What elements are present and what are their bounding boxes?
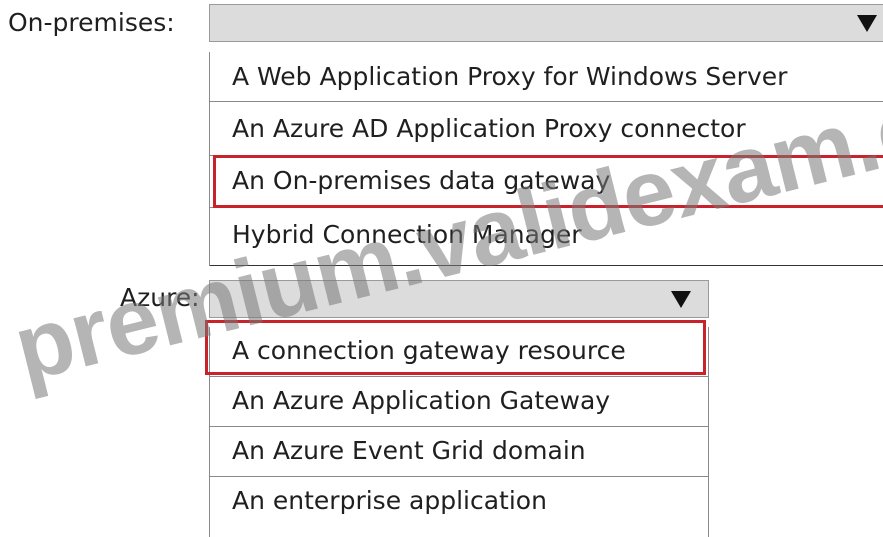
azure-dropdown[interactable]	[209, 280, 709, 318]
option-azure-event-grid-domain[interactable]: An Azure Event Grid domain	[210, 427, 708, 477]
answer-area: On-premises: A Web Application Proxy for…	[0, 0, 883, 537]
option-on-premises-data-gateway[interactable]: An On-premises data gateway	[210, 156, 883, 208]
on-premises-dropdown[interactable]	[209, 4, 883, 42]
option-azure-application-gateway[interactable]: An Azure Application Gateway	[210, 377, 708, 427]
on-premises-options-list: A Web Application Proxy for Windows Serv…	[209, 52, 883, 266]
azure-options-list: A connection gateway resource An Azure A…	[209, 327, 709, 537]
azure-label: Azure:	[120, 283, 200, 312]
list-divider	[210, 265, 883, 266]
chevron-down-icon[interactable]	[671, 291, 691, 308]
chevron-down-icon[interactable]	[857, 15, 877, 32]
option-azure-ad-application-proxy-connector[interactable]: An Azure AD Application Proxy connector	[210, 102, 883, 156]
on-premises-label: On-premises:	[8, 8, 175, 37]
option-connection-gateway-resource[interactable]: A connection gateway resource	[210, 327, 708, 377]
option-web-application-proxy[interactable]: A Web Application Proxy for Windows Serv…	[210, 52, 883, 102]
option-enterprise-application[interactable]: An enterprise application	[210, 477, 708, 527]
option-hybrid-connection-manager[interactable]: Hybrid Connection Manager	[210, 208, 883, 266]
